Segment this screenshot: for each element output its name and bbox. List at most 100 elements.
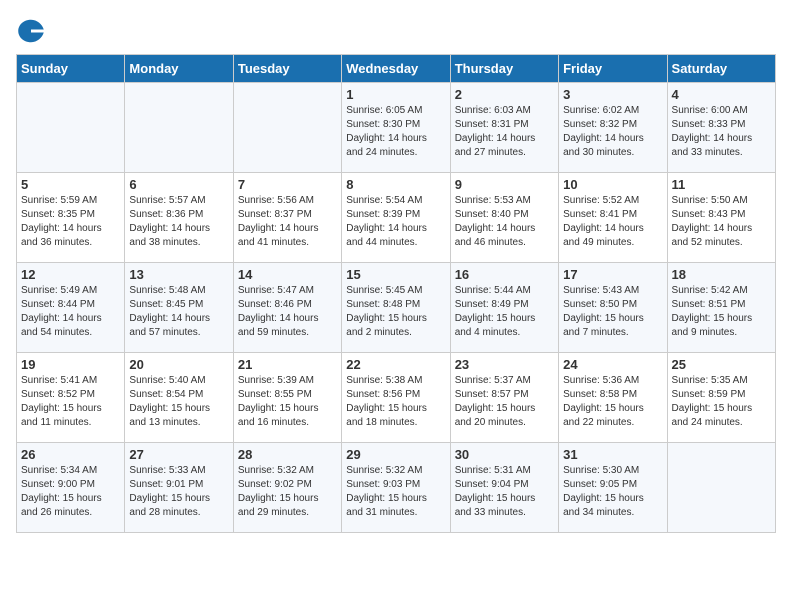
day-info: Sunrise: 5:34 AM Sunset: 9:00 PM Dayligh… bbox=[21, 464, 120, 520]
week-row-2: 5 Sunrise: 5:59 AM Sunset: 8:35 PM Daylig… bbox=[17, 173, 776, 263]
day-info: Sunrise: 5:42 AM Sunset: 8:51 PM Dayligh… bbox=[672, 284, 771, 340]
day-number: 21 bbox=[238, 357, 337, 372]
day-cell: 5 Sunrise: 5:59 AM Sunset: 8:35 PM Daylig… bbox=[17, 173, 125, 263]
day-cell: 16 Sunrise: 5:44 AM Sunset: 8:49 PM Dayli… bbox=[450, 263, 558, 353]
header-cell-saturday: Saturday bbox=[667, 55, 775, 83]
day-info: Sunrise: 5:52 AM Sunset: 8:41 PM Dayligh… bbox=[563, 194, 662, 250]
day-cell: 14 Sunrise: 5:47 AM Sunset: 8:46 PM Dayli… bbox=[233, 263, 341, 353]
day-number: 27 bbox=[129, 447, 228, 462]
day-info: Sunrise: 5:50 AM Sunset: 8:43 PM Dayligh… bbox=[672, 194, 771, 250]
day-cell: 12Sunrise: 5:49 AM Sunset: 8:44 PM Dayli… bbox=[17, 263, 125, 353]
day-number: 28 bbox=[238, 447, 337, 462]
calendar-header: SundayMondayTuesdayWednesdayThursdayFrid… bbox=[17, 55, 776, 83]
logo-icon bbox=[16, 16, 46, 46]
day-number: 5 bbox=[21, 177, 120, 192]
day-info: Sunrise: 5:44 AM Sunset: 8:49 PM Dayligh… bbox=[455, 284, 554, 340]
calendar-body: 1 Sunrise: 6:05 AM Sunset: 8:30 PM Daylig… bbox=[17, 83, 776, 533]
logo bbox=[16, 16, 50, 46]
day-info: Sunrise: 5:57 AM Sunset: 8:36 PM Dayligh… bbox=[129, 194, 228, 250]
day-info: Sunrise: 5:47 AM Sunset: 8:46 PM Dayligh… bbox=[238, 284, 337, 340]
day-info: Sunrise: 5:53 AM Sunset: 8:40 PM Dayligh… bbox=[455, 194, 554, 250]
day-info: Sunrise: 5:54 AM Sunset: 8:39 PM Dayligh… bbox=[346, 194, 445, 250]
day-cell: 2Sunrise: 6:03 AM Sunset: 8:31 PM Daylig… bbox=[450, 83, 558, 173]
day-info: Sunrise: 6:02 AM Sunset: 8:32 PM Dayligh… bbox=[563, 104, 662, 160]
day-cell: 8 Sunrise: 5:54 AM Sunset: 8:39 PM Daylig… bbox=[342, 173, 450, 263]
day-cell: 1 Sunrise: 6:05 AM Sunset: 8:30 PM Daylig… bbox=[342, 83, 450, 173]
day-cell: 23 Sunrise: 5:37 AM Sunset: 8:57 PM Dayli… bbox=[450, 353, 558, 443]
day-cell: 4Sunrise: 6:00 AM Sunset: 8:33 PM Daylig… bbox=[667, 83, 775, 173]
day-cell: 27Sunrise: 5:33 AM Sunset: 9:01 PM Dayli… bbox=[125, 443, 233, 533]
day-number: 24 bbox=[563, 357, 662, 372]
day-number: 19 bbox=[21, 357, 120, 372]
week-row-3: 12Sunrise: 5:49 AM Sunset: 8:44 PM Dayli… bbox=[17, 263, 776, 353]
week-row-5: 26 Sunrise: 5:34 AM Sunset: 9:00 PM Dayli… bbox=[17, 443, 776, 533]
day-info: Sunrise: 5:49 AM Sunset: 8:44 PM Dayligh… bbox=[21, 284, 120, 340]
day-cell: 31Sunrise: 5:30 AM Sunset: 9:05 PM Dayli… bbox=[559, 443, 667, 533]
calendar-table: SundayMondayTuesdayWednesdayThursdayFrid… bbox=[16, 54, 776, 533]
day-info: Sunrise: 5:45 AM Sunset: 8:48 PM Dayligh… bbox=[346, 284, 445, 340]
day-info: Sunrise: 5:41 AM Sunset: 8:52 PM Dayligh… bbox=[21, 374, 120, 430]
header-cell-wednesday: Wednesday bbox=[342, 55, 450, 83]
day-info: Sunrise: 5:56 AM Sunset: 8:37 PM Dayligh… bbox=[238, 194, 337, 250]
day-number: 4 bbox=[672, 87, 771, 102]
day-number: 9 bbox=[455, 177, 554, 192]
day-cell: 11 Sunrise: 5:50 AM Sunset: 8:43 PM Dayli… bbox=[667, 173, 775, 263]
day-cell: 20 Sunrise: 5:40 AM Sunset: 8:54 PM Dayli… bbox=[125, 353, 233, 443]
day-info: Sunrise: 5:59 AM Sunset: 8:35 PM Dayligh… bbox=[21, 194, 120, 250]
day-cell: 19 Sunrise: 5:41 AM Sunset: 8:52 PM Dayli… bbox=[17, 353, 125, 443]
day-number: 23 bbox=[455, 357, 554, 372]
week-row-1: 1 Sunrise: 6:05 AM Sunset: 8:30 PM Daylig… bbox=[17, 83, 776, 173]
day-number: 29 bbox=[346, 447, 445, 462]
day-cell: 28 Sunrise: 5:32 AM Sunset: 9:02 PM Dayli… bbox=[233, 443, 341, 533]
header-cell-monday: Monday bbox=[125, 55, 233, 83]
day-cell: 7 Sunrise: 5:56 AM Sunset: 8:37 PM Daylig… bbox=[233, 173, 341, 263]
header-cell-sunday: Sunday bbox=[17, 55, 125, 83]
day-info: Sunrise: 5:36 AM Sunset: 8:58 PM Dayligh… bbox=[563, 374, 662, 430]
day-number: 1 bbox=[346, 87, 445, 102]
day-cell: 17Sunrise: 5:43 AM Sunset: 8:50 PM Dayli… bbox=[559, 263, 667, 353]
day-number: 13 bbox=[129, 267, 228, 282]
day-number: 14 bbox=[238, 267, 337, 282]
day-number: 15 bbox=[346, 267, 445, 282]
day-number: 10 bbox=[563, 177, 662, 192]
day-cell: 13 Sunrise: 5:48 AM Sunset: 8:45 PM Dayli… bbox=[125, 263, 233, 353]
day-number: 20 bbox=[129, 357, 228, 372]
header-cell-tuesday: Tuesday bbox=[233, 55, 341, 83]
day-cell: 18 Sunrise: 5:42 AM Sunset: 8:51 PM Dayli… bbox=[667, 263, 775, 353]
day-info: Sunrise: 5:48 AM Sunset: 8:45 PM Dayligh… bbox=[129, 284, 228, 340]
day-info: Sunrise: 5:38 AM Sunset: 8:56 PM Dayligh… bbox=[346, 374, 445, 430]
day-number: 6 bbox=[129, 177, 228, 192]
header-row: SundayMondayTuesdayWednesdayThursdayFrid… bbox=[17, 55, 776, 83]
day-info: Sunrise: 5:32 AM Sunset: 9:02 PM Dayligh… bbox=[238, 464, 337, 520]
day-info: Sunrise: 5:30 AM Sunset: 9:05 PM Dayligh… bbox=[563, 464, 662, 520]
day-cell: 24 Sunrise: 5:36 AM Sunset: 8:58 PM Dayli… bbox=[559, 353, 667, 443]
day-cell: 25Sunrise: 5:35 AM Sunset: 8:59 PM Dayli… bbox=[667, 353, 775, 443]
day-cell: 6 Sunrise: 5:57 AM Sunset: 8:36 PM Daylig… bbox=[125, 173, 233, 263]
day-info: Sunrise: 5:40 AM Sunset: 8:54 PM Dayligh… bbox=[129, 374, 228, 430]
day-number: 26 bbox=[21, 447, 120, 462]
day-cell bbox=[667, 443, 775, 533]
day-number: 18 bbox=[672, 267, 771, 282]
day-cell: 22 Sunrise: 5:38 AM Sunset: 8:56 PM Dayli… bbox=[342, 353, 450, 443]
day-number: 16 bbox=[455, 267, 554, 282]
day-info: Sunrise: 6:05 AM Sunset: 8:30 PM Dayligh… bbox=[346, 104, 445, 160]
day-number: 17 bbox=[563, 267, 662, 282]
day-number: 8 bbox=[346, 177, 445, 192]
day-info: Sunrise: 5:31 AM Sunset: 9:04 PM Dayligh… bbox=[455, 464, 554, 520]
day-number: 30 bbox=[455, 447, 554, 462]
day-number: 11 bbox=[672, 177, 771, 192]
day-cell: 15 Sunrise: 5:45 AM Sunset: 8:48 PM Dayli… bbox=[342, 263, 450, 353]
day-number: 7 bbox=[238, 177, 337, 192]
day-info: Sunrise: 6:03 AM Sunset: 8:31 PM Dayligh… bbox=[455, 104, 554, 160]
day-cell bbox=[233, 83, 341, 173]
day-cell: 29Sunrise: 5:32 AM Sunset: 9:03 PM Dayli… bbox=[342, 443, 450, 533]
day-cell bbox=[17, 83, 125, 173]
day-info: Sunrise: 5:35 AM Sunset: 8:59 PM Dayligh… bbox=[672, 374, 771, 430]
day-number: 22 bbox=[346, 357, 445, 372]
day-cell: 3 Sunrise: 6:02 AM Sunset: 8:32 PM Daylig… bbox=[559, 83, 667, 173]
day-number: 3 bbox=[563, 87, 662, 102]
day-info: Sunrise: 5:37 AM Sunset: 8:57 PM Dayligh… bbox=[455, 374, 554, 430]
header-cell-thursday: Thursday bbox=[450, 55, 558, 83]
day-cell: 30 Sunrise: 5:31 AM Sunset: 9:04 PM Dayli… bbox=[450, 443, 558, 533]
day-cell bbox=[125, 83, 233, 173]
